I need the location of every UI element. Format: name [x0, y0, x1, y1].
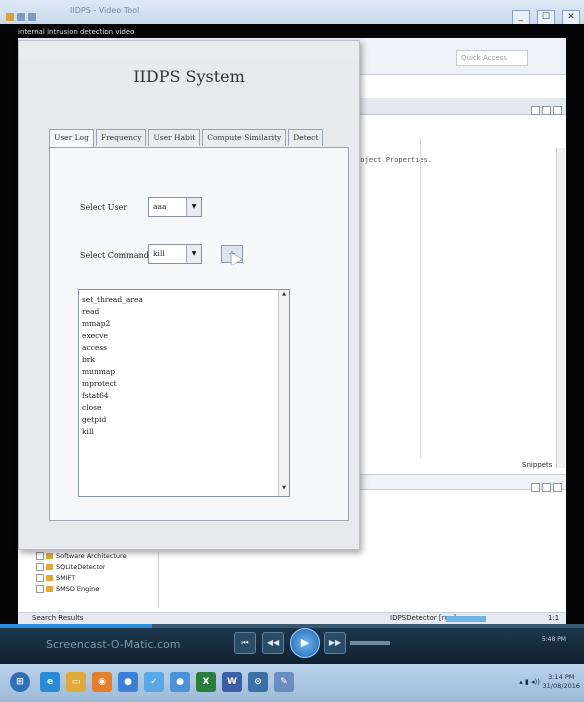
expand-icon[interactable]: [36, 585, 44, 593]
scroll-down-icon[interactable]: ▼: [280, 485, 288, 495]
system-tray[interactable]: ▴ ▮ ◂)): [519, 678, 540, 686]
expand-icon[interactable]: [36, 552, 44, 560]
progress-bar: [446, 616, 486, 622]
excel-icon[interactable]: X: [196, 672, 216, 692]
editor-divider: [420, 138, 421, 458]
list-item[interactable]: mprotect: [82, 378, 143, 390]
list-item[interactable]: mmap2: [82, 318, 143, 330]
select-user-label: Select User: [80, 203, 128, 212]
video-title: internal intrusion detection video: [18, 28, 135, 36]
word-icon[interactable]: W: [222, 672, 242, 692]
list-item[interactable]: brk: [82, 354, 143, 366]
list-item[interactable]: getpid: [82, 414, 143, 426]
window-controls: _ ☐ ✕: [510, 4, 580, 25]
editor-window-controls[interactable]: [529, 100, 562, 119]
expand-icon[interactable]: [36, 574, 44, 582]
seek-bar[interactable]: [0, 624, 584, 628]
tab-user-log[interactable]: User Log: [49, 129, 94, 147]
seek-progress: [0, 624, 152, 628]
folder-icon: [46, 575, 53, 581]
page-title: IIDPS System: [133, 67, 245, 86]
scroll-up-icon[interactable]: ▲: [280, 291, 288, 301]
list-item[interactable]: close: [82, 402, 143, 414]
outer-window-title: IIDPS - Video Tool: [70, 6, 140, 15]
list-item[interactable]: fstat64: [82, 390, 143, 402]
command-list-items: set_thread_area read mmap2 execve access…: [82, 294, 143, 438]
user-select[interactable]: aaa ▼: [148, 197, 202, 217]
clock-date: 31/08/2016: [542, 682, 580, 690]
editor-scrollbar[interactable]: [556, 148, 565, 468]
snippets-tab[interactable]: Snippets: [522, 461, 552, 469]
expand-icon[interactable]: [36, 563, 44, 571]
list-item[interactable]: munmap: [82, 366, 143, 378]
volume-slider[interactable]: [350, 641, 390, 645]
ie-icon[interactable]: e: [40, 672, 60, 692]
code-editor[interactable]: Project Properties.: [338, 118, 566, 448]
tab-bar: User Log Frequency User Habit Compute Si…: [49, 129, 325, 147]
tab-compute-similarity[interactable]: Compute Similarity: [202, 129, 287, 146]
media-icon[interactable]: ◉: [92, 672, 112, 692]
list-scrollbar[interactable]: ▲ ▼: [278, 290, 289, 496]
tree-item[interactable]: SQLiteDetector: [34, 563, 158, 574]
fast-forward-button[interactable]: ▶▶: [324, 632, 346, 654]
paint-icon[interactable]: ✎: [274, 672, 294, 692]
eclipse-icon[interactable]: ⊙: [248, 672, 268, 692]
user-select-value: aaa: [153, 202, 167, 211]
watermark: Screencast-O-Matic.com: [46, 638, 181, 651]
quick-access-input[interactable]: Quick Access: [456, 50, 528, 66]
chevron-down-icon[interactable]: ▼: [186, 245, 201, 263]
screencast-icon[interactable]: ●: [170, 672, 190, 692]
list-item[interactable]: access: [82, 342, 143, 354]
list-item[interactable]: kill: [82, 426, 143, 438]
folder-icon[interactable]: ▭: [66, 672, 86, 692]
clock-time: 3:14 PM: [548, 673, 575, 681]
quick-access-toolbar[interactable]: [6, 6, 76, 21]
editor-tab-bar[interactable]: [338, 98, 566, 115]
panel-window-controls[interactable]: [529, 477, 562, 496]
chrome-icon[interactable]: ●: [118, 672, 138, 692]
chevron-down-icon[interactable]: ▼: [186, 198, 201, 216]
outer-titlebar: IIDPS - Video Tool _ ☐ ✕: [0, 0, 584, 25]
tree-item[interactable]: Software Architecture: [34, 552, 158, 563]
bottom-panel-bar: [338, 474, 566, 492]
select-command-label: Select Command: [80, 251, 149, 260]
maximize-button[interactable]: ☐: [536, 10, 555, 25]
folder-icon: [46, 586, 53, 592]
list-item[interactable]: set_thread_area: [82, 294, 143, 306]
close-button[interactable]: ✕: [562, 10, 580, 25]
search-results-tab[interactable]: Search Results: [32, 614, 84, 622]
start-button-icon[interactable]: ⊞: [10, 672, 30, 692]
tab-frequency[interactable]: Frequency: [95, 129, 147, 146]
folder-icon: [46, 564, 53, 570]
command-list[interactable]: set_thread_area read mmap2 execve access…: [78, 289, 290, 497]
app-titlebar[interactable]: [19, 41, 359, 61]
app-icon[interactable]: ✓: [144, 672, 164, 692]
list-item[interactable]: execve: [82, 330, 143, 342]
tab-detect[interactable]: Detect: [288, 129, 324, 146]
media-player-bar: Screencast-O-Matic.com ⏮ ◀◀ ▶ ▶▶ 5:48 PM: [0, 624, 584, 664]
tab-user-habit[interactable]: User Habit: [148, 129, 201, 146]
folder-icon: [46, 553, 53, 559]
player-clock: 5:48 PM: [541, 636, 566, 643]
list-item[interactable]: read: [82, 306, 143, 318]
skip-back-button[interactable]: ⏮: [234, 632, 256, 654]
command-select-value: kill: [153, 249, 165, 258]
command-select[interactable]: kill ▼: [148, 244, 202, 264]
taskbar: ⊞ e ▭ ◉ ● ✓ ● X W ⊙ ✎ ▴ ▮ ◂)) 3:14 PM 31…: [0, 664, 584, 702]
taskbar-clock[interactable]: 3:14 PM 31/08/2016: [543, 673, 580, 691]
rewind-button[interactable]: ◀◀: [262, 632, 284, 654]
tree-item[interactable]: SMIFT: [34, 574, 158, 585]
zoom-level: 1:1: [548, 614, 560, 622]
play-button[interactable]: ▶: [290, 628, 320, 658]
minimize-button[interactable]: _: [511, 10, 530, 25]
tree-item[interactable]: SMSD Engine: [34, 585, 158, 596]
project-explorer: Software Architecture SQLiteDetector SMI…: [34, 552, 159, 608]
